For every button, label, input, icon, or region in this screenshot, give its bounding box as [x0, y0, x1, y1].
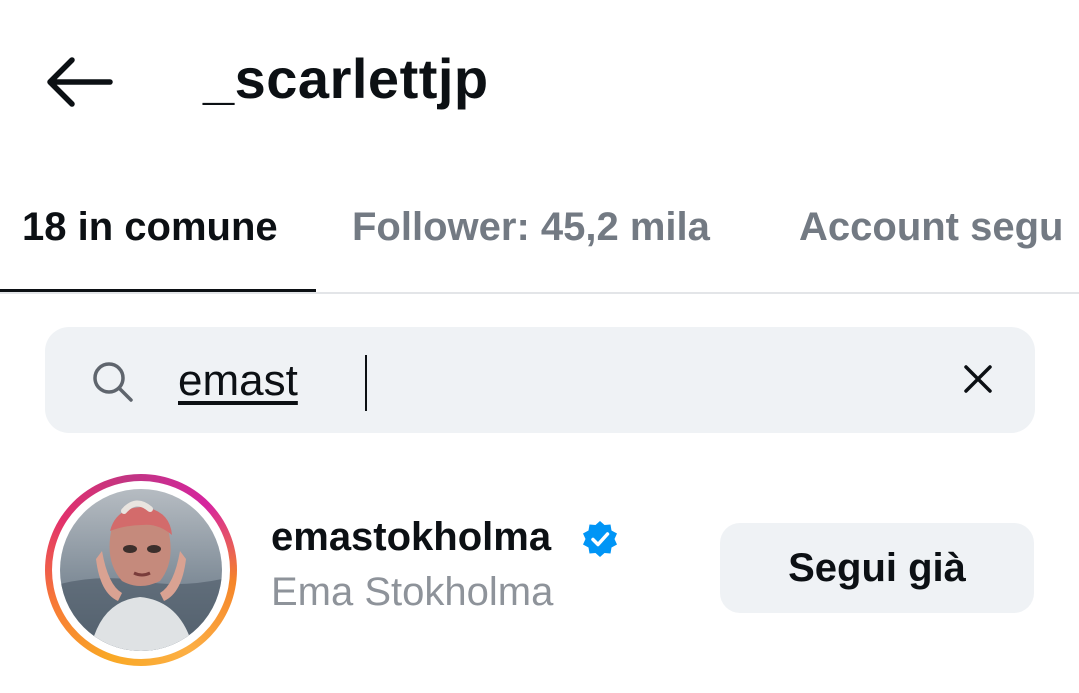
- following-button[interactable]: Segui già: [720, 523, 1034, 613]
- tab-bar: 18 in comune Follower: 45,2 mila Account…: [0, 165, 1079, 294]
- tab-followers[interactable]: Follower: 45,2 mila: [352, 205, 710, 250]
- search-input[interactable]: [178, 351, 938, 411]
- back-button[interactable]: [40, 52, 118, 112]
- verified-badge-icon: [583, 521, 617, 557]
- arrow-left-icon: [47, 57, 113, 107]
- close-icon: [964, 365, 992, 393]
- avatar: [60, 489, 222, 651]
- search-icon: [93, 362, 133, 402]
- list-item[interactable]: emastokholma Ema Stokholma Segui già: [0, 460, 1079, 680]
- username[interactable]: emastokholma: [271, 515, 551, 560]
- story-ring[interactable]: [45, 474, 237, 666]
- tab-following[interactable]: Account segu: [799, 205, 1063, 250]
- top-bar: _scarlettjp: [0, 0, 1079, 165]
- search-bar: [45, 327, 1035, 433]
- clear-search-button[interactable]: [953, 357, 1003, 403]
- page-title: _scarlettjp: [203, 47, 489, 110]
- full-name: Ema Stokholma: [271, 570, 554, 614]
- tab-mutual[interactable]: 18 in comune: [22, 205, 278, 250]
- text-caret: [365, 355, 367, 411]
- active-tab-indicator: [0, 289, 316, 292]
- avatar-painting: [60, 489, 222, 651]
